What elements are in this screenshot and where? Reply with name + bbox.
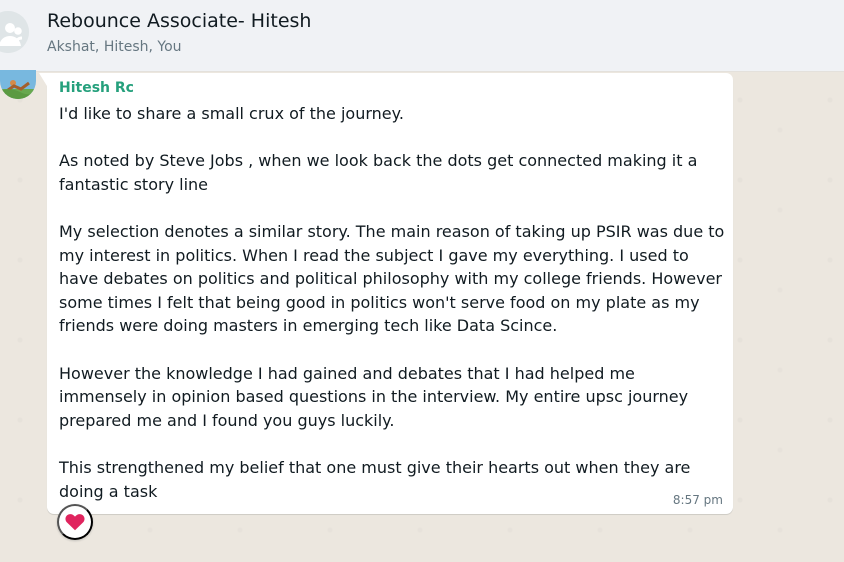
message-paragraph: As noted by Steve Jobs , when we look ba… <box>59 151 698 194</box>
message-paragraph: My selection denotes a similar story. Th… <box>59 221 725 336</box>
chat-participants[interactable]: Akshat, Hitesh, You <box>47 39 182 55</box>
message-text[interactable]: I'd like to share a small crux of the jo… <box>59 102 725 503</box>
sender-avatar[interactable] <box>0 70 36 99</box>
message-paragraph: However the knowledge I had gained and d… <box>59 363 689 430</box>
profile-photo-icon <box>0 70 36 99</box>
message-timestamp: 8:57 pm <box>672 493 723 507</box>
group-avatar[interactable] <box>0 11 29 53</box>
heart-icon <box>65 514 85 531</box>
message-list: Hitesh Rc I'd like to share a small crux… <box>0 70 844 562</box>
group-avatar-icon <box>0 11 29 53</box>
message-paragraph: I'd like to share a small crux of the jo… <box>59 104 404 123</box>
chat-title[interactable]: Rebounce Associate- Hitesh <box>47 10 311 32</box>
message-bubble[interactable]: Hitesh Rc I'd like to share a small crux… <box>39 73 733 514</box>
message-paragraph: This strengthened my belief that one mus… <box>59 457 691 501</box>
chat-header[interactable]: Rebounce Associate- Hitesh Akshat, Hites… <box>0 0 844 72</box>
sender-name[interactable]: Hitesh Rc <box>59 80 134 96</box>
reaction-button[interactable] <box>57 504 93 540</box>
